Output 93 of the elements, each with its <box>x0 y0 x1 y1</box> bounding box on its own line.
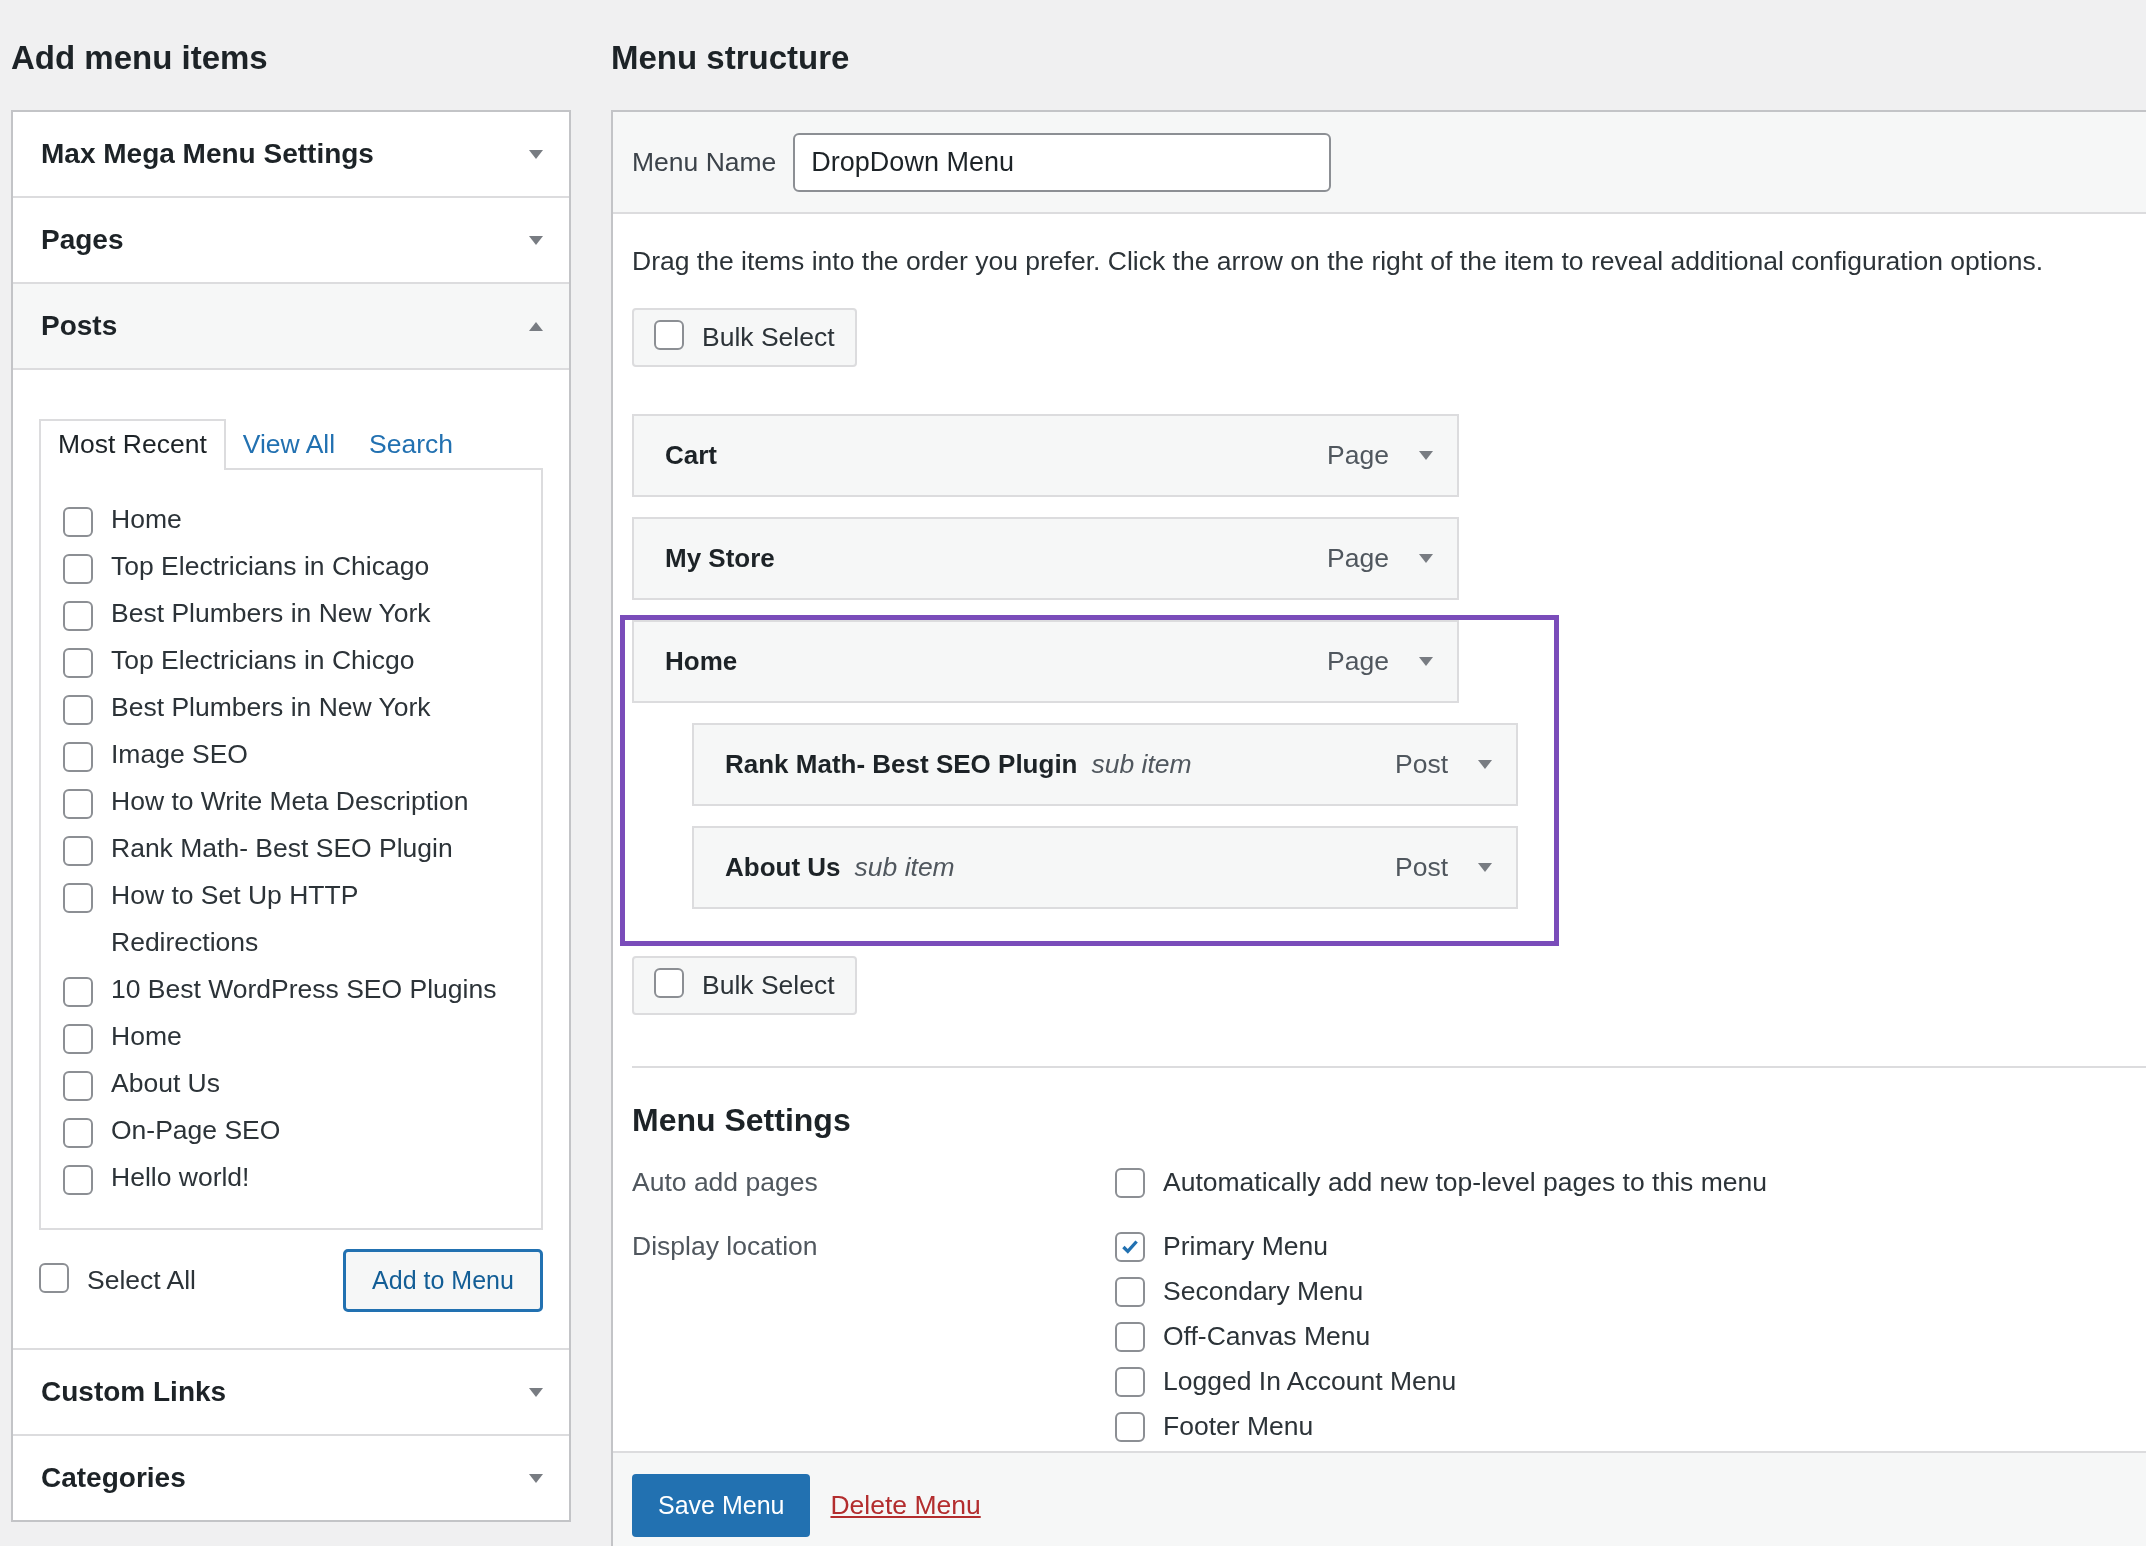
checkbox[interactable] <box>1115 1366 1145 1397</box>
menu-item[interactable]: Rank Math- Best SEO Plugin sub item Post <box>692 723 1518 806</box>
save-menu-button[interactable]: Save Menu <box>632 1474 811 1537</box>
expand-arrow-icon[interactable] <box>1478 863 1492 872</box>
post-label: Best Plumbers in New York <box>111 691 431 724</box>
checkbox-label: Secondary Menu <box>1163 1276 1364 1307</box>
item-type-label: Page <box>1327 543 1389 574</box>
tab[interactable]: View All <box>225 421 353 468</box>
checkbox[interactable] <box>63 648 93 678</box>
checkbox-label: Off-Canvas Menu <box>1163 1321 1371 1352</box>
menu-item[interactable]: About Us sub item Post <box>692 826 1518 909</box>
post-label: How to Set Up HTTP Redirections <box>111 879 359 959</box>
menu-item[interactable]: Cart Page <box>632 414 1459 497</box>
checkbox[interactable] <box>63 1071 93 1101</box>
settings-heading: Menu Settings <box>632 1101 852 1140</box>
expand-arrow-icon[interactable] <box>1478 760 1492 769</box>
item-type-label: Post <box>1394 852 1448 883</box>
instructions-text: Drag the items into the order you prefer. Click the arrow on the right of the item to reveal additional configuration options. <box>632 245 2045 278</box>
checkbox-label: Select All <box>87 1265 196 1296</box>
checkbox[interactable] <box>1115 1411 1145 1442</box>
checkbox[interactable] <box>1115 1276 1145 1307</box>
add-to-menu-button[interactable]: Add to Menu <box>343 1249 543 1312</box>
checkbox[interactable] <box>63 1118 93 1148</box>
checkbox[interactable] <box>1115 1231 1145 1262</box>
post-label: Home <box>111 1020 182 1053</box>
menu-item[interactable]: Home Page <box>632 620 1459 703</box>
bulk-select-button[interactable]: Bulk Select <box>632 308 857 367</box>
expand-arrow-icon[interactable] <box>529 1387 543 1397</box>
tab[interactable]: Search <box>352 421 471 468</box>
expand-arrow-icon[interactable] <box>1419 451 1433 460</box>
checkbox[interactable] <box>654 319 684 350</box>
menu-item-title: My Store <box>665 543 775 574</box>
checkbox[interactable] <box>63 1024 93 1054</box>
checkbox[interactable] <box>63 695 93 725</box>
expand-arrow-icon[interactable] <box>529 235 543 245</box>
post-label: On-Page SEO <box>111 1114 281 1147</box>
checkbox[interactable] <box>654 967 684 998</box>
delete-menu-link[interactable]: Delete Menu <box>830 1474 981 1537</box>
field-label: Menu Name <box>632 146 777 178</box>
section-title: Menu structure <box>611 38 850 78</box>
expand-arrow-icon[interactable] <box>1419 554 1433 563</box>
accordion-header[interactable]: Posts <box>13 284 569 370</box>
accordion-title: Custom Links <box>41 1376 227 1408</box>
post-label: Home <box>111 503 182 536</box>
collapse-arrow-icon[interactable] <box>529 321 543 331</box>
item-type-label: Post <box>1394 749 1448 780</box>
accordion-title: Categories <box>41 1462 186 1494</box>
menu-item-title: Home <box>665 646 738 677</box>
checkbox[interactable] <box>39 1262 69 1293</box>
checkbox-label: Automatically add new top-level pages to this menu <box>1163 1167 1767 1198</box>
expand-arrow-icon[interactable] <box>1419 657 1433 666</box>
expand-arrow-icon[interactable] <box>529 1473 543 1483</box>
menu-name-field[interactable]: DropDown Menu <box>793 132 1332 192</box>
checkbox-label: Primary Menu <box>1163 1231 1328 1262</box>
checkbox[interactable] <box>63 836 93 866</box>
checkbox[interactable] <box>63 601 93 631</box>
post-label: Best Plumbers in New York <box>111 597 431 630</box>
checkbox[interactable] <box>63 977 93 1007</box>
checkbox[interactable] <box>63 1165 93 1195</box>
checkbox-label: Logged In Account Menu <box>1163 1366 1457 1397</box>
item-type-label: Page <box>1327 440 1389 471</box>
menu-item[interactable]: My Store Page <box>632 517 1459 600</box>
setting-label: Display location <box>632 1230 819 1263</box>
post-label: About Us <box>111 1067 220 1100</box>
post-label: Rank Math- Best SEO Plugin <box>111 832 453 865</box>
section-title: Add menu items <box>11 38 269 78</box>
checkbox[interactable] <box>1115 1321 1145 1352</box>
post-label: 10 Best WordPress SEO Plugins <box>111 973 497 1006</box>
bulk-select-button[interactable]: Bulk Select <box>632 956 857 1015</box>
menu-item-title: About Us <box>725 852 841 883</box>
accordion-title: Max Mega Menu Settings <box>41 138 374 170</box>
post-label: Hello world! <box>111 1161 250 1194</box>
sub-item-label: sub item <box>854 852 955 883</box>
post-label: Top Electricians in Chicago <box>111 550 430 583</box>
post-label: Top Electricians in Chicgo <box>111 644 415 677</box>
checkbox[interactable] <box>63 742 93 772</box>
accordion-title: Pages <box>41 224 124 256</box>
accordion-title: Posts <box>41 310 118 342</box>
checkbox[interactable] <box>63 789 93 819</box>
tab[interactable]: Most Recent <box>39 419 226 470</box>
checkbox[interactable] <box>63 507 93 537</box>
menu-item-title: Rank Math- Best SEO Plugin <box>725 749 1078 780</box>
checkbox[interactable] <box>1115 1167 1145 1198</box>
post-label: Image SEO <box>111 738 248 771</box>
sub-item-label: sub item <box>1091 749 1192 780</box>
item-type-label: Page <box>1327 646 1389 677</box>
checkbox[interactable] <box>63 883 93 913</box>
checkbox[interactable] <box>63 554 93 584</box>
setting-label: Auto add pages <box>632 1166 819 1199</box>
post-label: How to Write Meta Description <box>111 785 469 818</box>
expand-arrow-icon[interactable] <box>529 149 543 159</box>
menu-item-title: Cart <box>665 440 717 471</box>
checkbox-label: Footer Menu <box>1163 1411 1314 1442</box>
